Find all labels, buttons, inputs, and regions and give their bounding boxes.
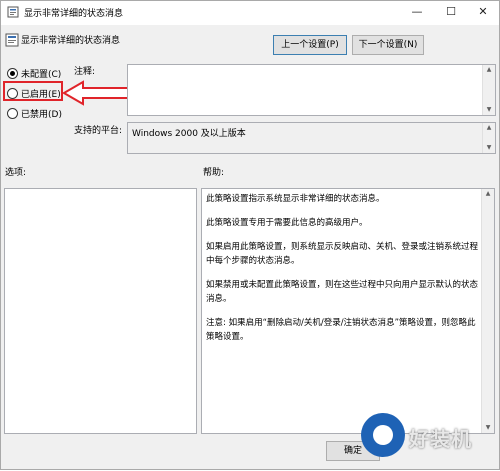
help-paragraph: 此策略设置专用于需要此信息的高级用户。 [206,218,368,228]
minimize-button[interactable]: — [401,1,433,23]
title-bar: 显示非常详细的状态消息 — ☐ ✕ [1,1,499,25]
highlight-box [3,81,63,101]
radio-circle[interactable] [7,68,18,79]
close-button[interactable]: ✕ [467,1,499,23]
watermark-logo-icon [361,413,405,457]
comment-label: 注释: [74,67,96,77]
help-paragraph: 如果禁用或未配置此策略设置，则在这些过程中只向用户显示默认的状态消息。 [206,280,479,304]
window-title: 显示非常详细的状态消息 [24,9,124,19]
options-label: 选项: [5,168,27,178]
help-label: 帮助: [203,168,225,178]
platform-label: 支持的平台: [74,126,123,136]
scroll-up-icon[interactable]: ▲ [483,65,495,75]
scroll-down-icon[interactable]: ▼ [483,105,495,115]
watermark-logo-center [373,425,393,445]
help-paragraph: 注意: 如果启用“删除启动/关机/登录/注销状态消息”策略设置，则忽略此策略设置… [206,318,476,342]
scroll-down-icon[interactable]: ▼ [483,143,495,153]
radio-label: 未配置(C) [21,70,62,80]
platform-value: Windows 2000 及以上版本 [132,129,246,139]
policy-setting-icon [5,33,19,47]
watermark: 好装机 [349,411,500,471]
help-paragraph: 此策略设置指示系统显示非常详细的状态消息。 [206,194,385,204]
policy-dialog: 显示非常详细的状态消息 — ☐ ✕ 显示非常详细的状态消息 上一个设置(P) 下… [0,0,500,470]
previous-setting-button[interactable]: 上一个设置(P) [273,35,347,55]
help-text: 此策略设置指示系统显示非常详细的状态消息。 此策略设置专用于需要此信息的高级用户… [206,192,478,354]
scroll-up-icon[interactable]: ▲ [482,189,494,199]
help-paragraph: 如果启用此策略设置，则系统显示反映启动、关机、登录或注销系统过程中每个步骤的状态… [206,242,479,266]
help-scrollbar[interactable]: ▲ ▼ [481,189,494,433]
radio-label: 已禁用(D) [21,110,62,120]
platform-field: Windows 2000 及以上版本 ▲ ▼ [127,122,496,154]
options-pane [4,188,197,434]
comment-textarea[interactable]: ▲ ▼ [127,64,496,116]
next-setting-button[interactable]: 下一个设置(N) [352,35,424,55]
radio-selected-dot [10,71,15,76]
help-pane: 此策略设置指示系统显示非常详细的状态消息。 此策略设置专用于需要此信息的高级用户… [201,188,495,434]
radio-circle[interactable] [7,108,18,119]
platform-scrollbar[interactable]: ▲ ▼ [482,123,495,153]
policy-icon [7,6,19,18]
policy-name: 显示非常详细的状态消息 [21,36,121,46]
maximize-button[interactable]: ☐ [435,1,467,23]
watermark-text: 好装机 [409,427,472,451]
scroll-up-icon[interactable]: ▲ [483,123,495,133]
comment-scrollbar[interactable]: ▲ ▼ [482,65,495,115]
